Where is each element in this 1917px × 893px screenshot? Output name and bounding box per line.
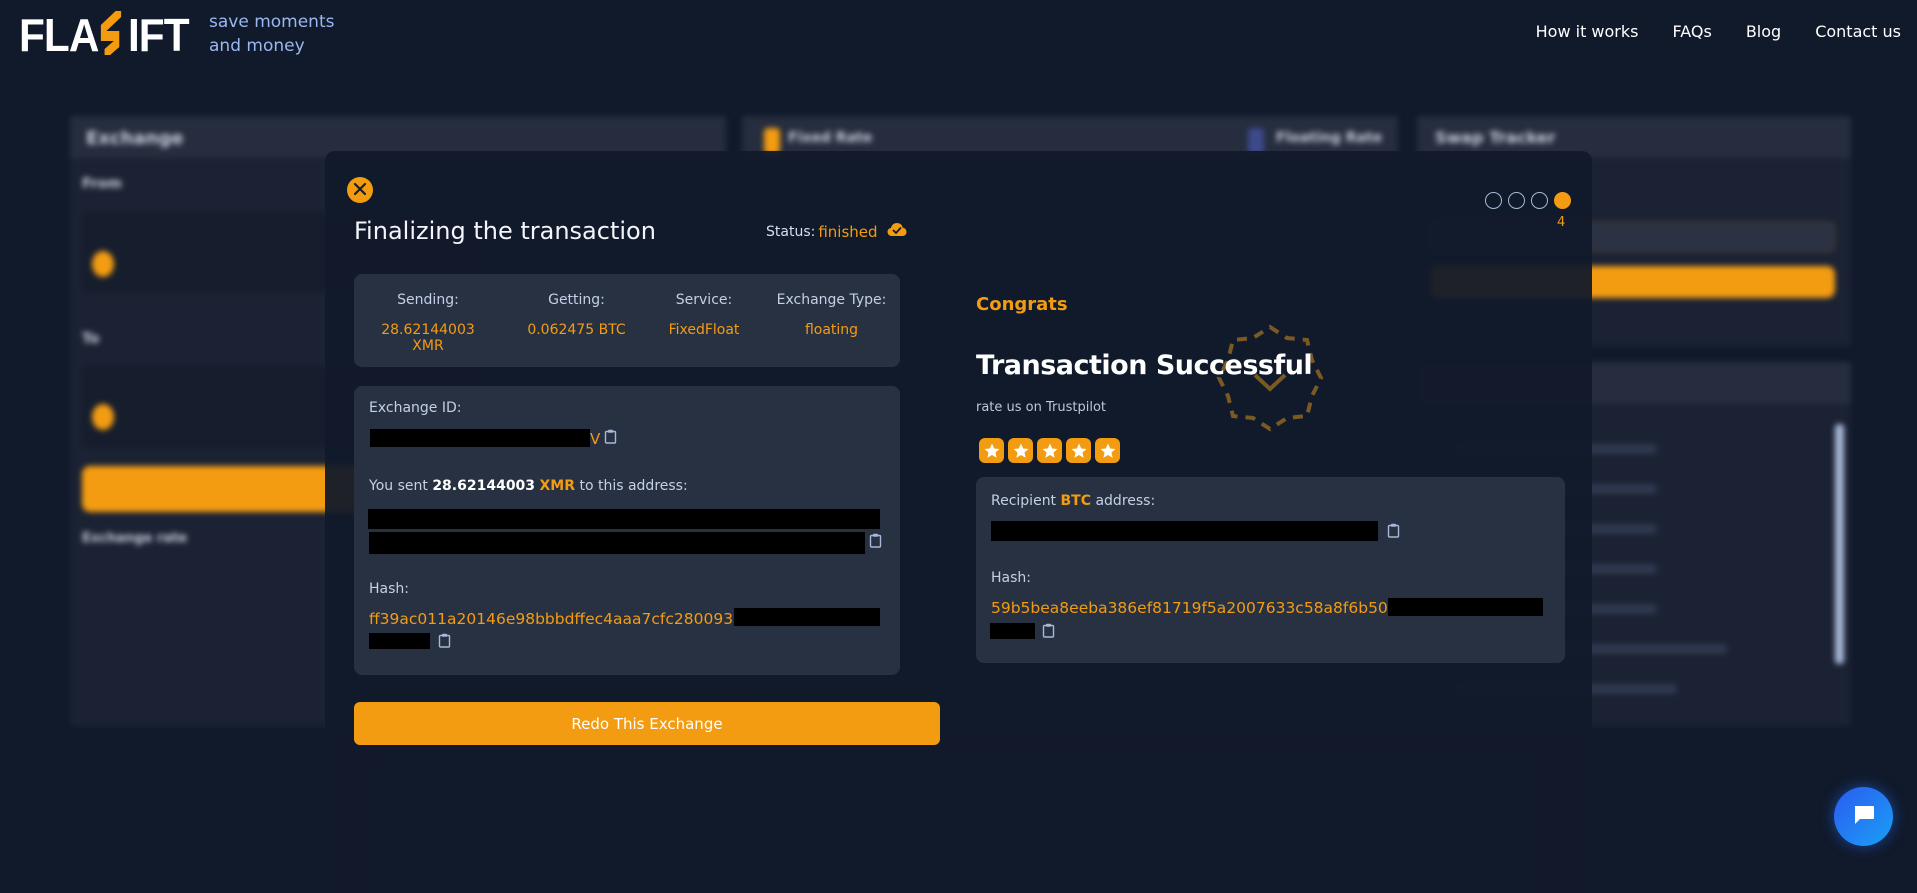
tagline: save moments and money	[209, 10, 334, 58]
cloud-check-icon	[887, 222, 907, 241]
send-hash-label: Hash:	[369, 581, 409, 597]
success-title: Transaction Successful	[976, 350, 1313, 381]
send-hash-redacted-1	[734, 608, 880, 626]
chat-icon	[1853, 805, 1875, 828]
nav-faqs[interactable]: FAQs	[1672, 22, 1711, 41]
receive-hash-redacted-2	[990, 623, 1035, 639]
chat-button[interactable]	[1834, 787, 1893, 846]
step-4-active	[1554, 192, 1571, 209]
trustpilot-prompt: rate us on Trustpilot	[976, 400, 1107, 415]
send-hash-value: ff39ac011a20146e98bbbdffec4aaa7cfc280093	[369, 610, 734, 628]
from-label: From	[82, 176, 122, 192]
to-label: To	[82, 331, 100, 347]
tracker-title: Swap Tracker	[1435, 128, 1556, 147]
summary-getting: Getting: 0.062475 BTC	[519, 292, 634, 338]
copy-exchange-id-icon[interactable]	[604, 429, 617, 448]
receive-hash-value: 59b5bea8eeba386ef81719f5a2007633c58a8f6b…	[991, 599, 1388, 617]
sent-suffix: to this address:	[575, 478, 688, 494]
logo-text-left: FLA	[19, 9, 99, 61]
sent-prefix: You sent	[369, 478, 433, 494]
congrats-label: Congrats	[976, 294, 1068, 315]
star-4[interactable]	[1066, 438, 1091, 463]
nav-how-it-works[interactable]: How it works	[1536, 22, 1639, 41]
summary-exchange-type: Exchange Type: floating	[769, 292, 894, 338]
recipient-prefix: Recipient	[991, 493, 1061, 509]
site-header: FLA IFT save moments and money How it wo…	[0, 0, 1917, 70]
exchange-panel-title: Exchange	[86, 128, 184, 149]
deposit-address-redacted-line-1	[368, 509, 880, 529]
star-2[interactable]	[1008, 438, 1033, 463]
star-5[interactable]	[1095, 438, 1120, 463]
exchange-details-card: Exchange ID: V You sent 28.62144003 XMR …	[354, 386, 900, 675]
exchange-summary-card: Sending: 28.62144003 XMR Getting: 0.0624…	[354, 274, 900, 367]
star-icon	[1100, 443, 1115, 458]
redo-exchange-button[interactable]: Redo This Exchange	[354, 702, 940, 745]
status-label: Status:	[766, 223, 816, 240]
current-step-number: 4	[1557, 215, 1566, 230]
star-icon	[984, 443, 999, 458]
to-coin-icon	[92, 404, 114, 430]
recipient-address-label: Recipient BTC address:	[991, 493, 1155, 509]
recipient-currency: BTC	[1060, 493, 1092, 509]
copy-deposit-address-icon[interactable]	[869, 533, 882, 552]
exchange-id-label: Exchange ID:	[369, 400, 462, 416]
star-icon	[1013, 443, 1028, 458]
transaction-modal: Finalizing the transaction Status: finis…	[325, 151, 1592, 893]
star-1[interactable]	[979, 438, 1004, 463]
copy-send-hash-icon[interactable]	[438, 633, 451, 652]
recipient-address-redacted	[991, 521, 1378, 541]
getting-value: 0.062475 BTC	[527, 322, 626, 338]
service-value: FixedFloat	[668, 322, 740, 338]
getting-label: Getting:	[548, 292, 605, 308]
copy-recipient-address-icon[interactable]	[1387, 523, 1400, 542]
close-button[interactable]	[347, 177, 373, 203]
step-1	[1485, 192, 1502, 209]
modal-title: Finalizing the transaction	[354, 217, 656, 245]
tagline-line-1: save moments	[209, 12, 335, 32]
exchange-type-value: floating	[804, 322, 859, 338]
step-2	[1508, 192, 1525, 209]
exchange-id-tail: V	[590, 430, 601, 448]
tagline-line-2: and money	[209, 36, 305, 56]
logo-s-mark	[99, 10, 127, 60]
service-label: Service:	[675, 292, 733, 308]
main-nav: How it works FAQs Blog Contact us	[1536, 22, 1901, 41]
logo-text-right: IFT	[127, 9, 190, 61]
summary-sending: Sending: 28.62144003 XMR	[368, 292, 488, 354]
floating-rate-label: Floating Rate	[1276, 130, 1383, 146]
sent-address-label: You sent 28.62144003 XMR to this address…	[369, 478, 688, 494]
status-indicator: Status: finished	[766, 222, 907, 241]
star-3[interactable]	[1037, 438, 1062, 463]
history-scrollbar	[1835, 424, 1844, 664]
status-value: finished	[818, 222, 878, 241]
exchange-rate-label: Exchange rate	[82, 531, 188, 546]
fixed-rate-label: Fixed Rate	[788, 130, 873, 146]
exchange-id-redacted	[370, 429, 590, 447]
recipient-card: Recipient BTC address: Hash: 59b5bea8eeb…	[976, 477, 1565, 663]
flashift-logo[interactable]: FLA IFT	[19, 9, 203, 61]
recipient-suffix: address:	[1091, 493, 1156, 509]
close-icon	[353, 182, 367, 199]
nav-blog[interactable]: Blog	[1746, 22, 1781, 41]
receive-hash-label: Hash:	[991, 570, 1031, 586]
star-icon	[1071, 443, 1086, 458]
from-coin-icon	[92, 251, 114, 277]
sending-label: Sending:	[397, 292, 459, 308]
exchange-type-label: Exchange Type:	[776, 292, 887, 308]
copy-receive-hash-icon[interactable]	[1042, 623, 1055, 642]
deposit-address-redacted-line-2	[369, 532, 865, 554]
trustpilot-rating	[979, 438, 1120, 463]
summary-service: Service: FixedFloat	[654, 292, 754, 338]
star-icon	[1042, 443, 1057, 458]
step-3	[1531, 192, 1548, 209]
sending-value: 28.62144003 XMR	[381, 322, 475, 354]
step-indicator	[1485, 192, 1571, 209]
nav-contact-us[interactable]: Contact us	[1815, 22, 1901, 41]
receive-hash-redacted-1	[1388, 598, 1543, 616]
sent-currency: XMR	[539, 478, 576, 494]
send-hash-redacted-2	[369, 633, 430, 649]
sent-amount: 28.62144003	[432, 478, 536, 494]
